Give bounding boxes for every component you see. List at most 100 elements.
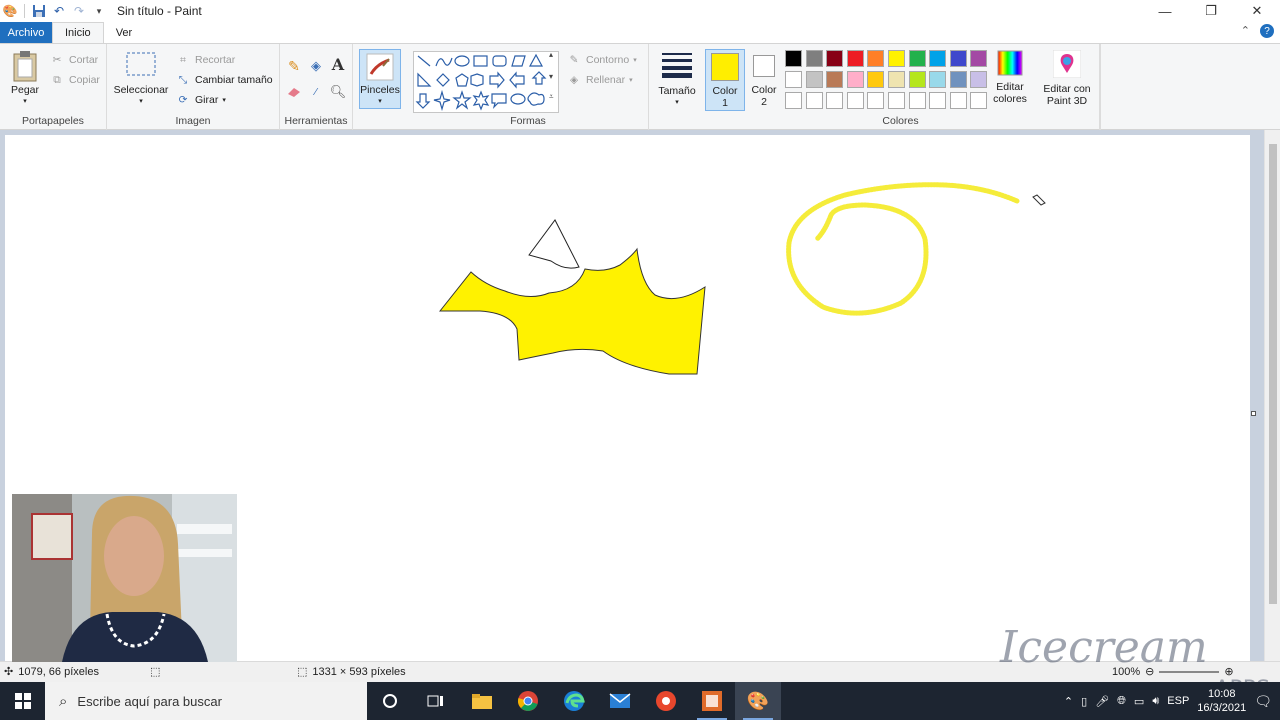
color-swatch[interactable]	[908, 71, 926, 88]
chrome-icon[interactable]	[505, 682, 551, 720]
battery-icon[interactable]: ▭	[1134, 695, 1144, 708]
minimize-icon[interactable]: —	[1142, 0, 1188, 22]
clock[interactable]: 10:08 16/3/2021	[1197, 687, 1246, 715]
edge-icon[interactable]	[551, 682, 597, 720]
zoom-slider[interactable]	[1159, 670, 1220, 673]
microphone-icon[interactable]: 🎤︎	[1095, 695, 1109, 708]
volume-icon[interactable]: 🔊︎	[1152, 695, 1159, 708]
network-icon[interactable]: 🌐︎	[1117, 695, 1126, 708]
color-swatch[interactable]	[785, 71, 802, 88]
color-swatch[interactable]	[867, 71, 885, 88]
undo-icon[interactable]: ↶	[51, 3, 67, 19]
phone-icon[interactable]: ▯	[1081, 695, 1087, 708]
taskbar: ⌕ Escribe aquí para buscar 🎨 ⌃ ▯ 🎤︎ 🌐︎ ▭…	[0, 682, 1280, 720]
tab-inicio[interactable]: Inicio	[52, 22, 104, 43]
redo-icon[interactable]: ↷	[71, 3, 87, 19]
copy-icon: ⧉	[53, 73, 61, 86]
copy-label: Copiar	[69, 74, 100, 86]
color-swatch[interactable]	[826, 71, 844, 88]
paint3d-button[interactable]: Editar con Paint 3D	[1038, 50, 1096, 107]
copy-button[interactable]: ⧉ Copiar	[49, 72, 100, 88]
group-tamano: Tamaño ▾	[649, 44, 702, 130]
powerpoint-icon[interactable]	[689, 682, 735, 720]
color-swatch[interactable]	[908, 50, 926, 67]
color-swatch[interactable]	[785, 92, 802, 109]
shapes-expand-icon[interactable]: ⩡	[549, 92, 554, 102]
paint-app-icon[interactable]: 🎨	[2, 3, 18, 19]
save-icon[interactable]	[31, 3, 47, 19]
resize-button[interactable]: ⤡ Cambiar tamaño	[175, 72, 273, 88]
crop-button[interactable]: ⌗ Recortar	[175, 52, 235, 68]
tab-ver[interactable]: Ver	[104, 22, 145, 43]
color-swatch[interactable]	[949, 92, 967, 109]
color-swatch[interactable]	[888, 92, 905, 109]
color-swatch[interactable]	[949, 71, 967, 88]
language-indicator[interactable]: ESP	[1167, 695, 1189, 707]
zoom-tool[interactable]: 🔍︎	[330, 84, 347, 100]
fill-bucket-icon: ◈	[569, 74, 579, 86]
vertical-scrollbar[interactable]	[1264, 130, 1280, 661]
pencil-tool[interactable]: ✎	[286, 58, 302, 74]
group-label: Imagen	[175, 115, 211, 127]
collapse-ribbon-icon[interactable]: ⌃	[1241, 24, 1250, 38]
cut-button[interactable]: ✂ Cortar	[49, 52, 99, 68]
help-icon[interactable]: ?	[1260, 24, 1274, 38]
screen-recorder-icon[interactable]	[643, 682, 689, 720]
restore-icon[interactable]: ❐	[1188, 0, 1234, 22]
color-swatch[interactable]	[846, 71, 864, 88]
color-swatch[interactable]	[929, 50, 947, 67]
color-swatch[interactable]	[970, 92, 988, 109]
color-swatch[interactable]	[826, 92, 844, 109]
file-explorer-icon[interactable]	[459, 682, 505, 720]
tab-archivo[interactable]: Archivo	[0, 22, 52, 43]
start-button[interactable]	[0, 682, 45, 720]
color-swatch[interactable]	[826, 50, 844, 67]
color-swatch[interactable]	[805, 92, 823, 109]
zoom-out-icon[interactable]: ⊖	[1145, 665, 1154, 678]
eraser-tool[interactable]	[286, 84, 302, 100]
select-button[interactable]: Seleccionar ▾	[113, 52, 169, 108]
paint-taskbar-icon[interactable]: 🎨	[735, 682, 781, 720]
color-swatch[interactable]	[805, 50, 823, 67]
task-view-icon[interactable]	[413, 682, 459, 720]
cut-label: Cortar	[69, 54, 99, 66]
color-swatch[interactable]	[970, 50, 988, 67]
qat-divider	[24, 4, 25, 18]
cortana-icon[interactable]	[367, 682, 413, 720]
text-tool[interactable]: A	[330, 55, 346, 74]
color-swatch[interactable]	[867, 50, 885, 67]
qat-dropdown-icon[interactable]: ▾	[91, 3, 107, 19]
canvas-resize-handle[interactable]	[1251, 411, 1256, 416]
color-swatch[interactable]	[949, 50, 967, 67]
edit-colors-button[interactable]: Editar colores	[991, 50, 1029, 105]
status-bar: ✣ 1079, 66 píxeles ⬚ ⬚ 1331 × 593 píxele…	[0, 661, 1280, 682]
color-swatch[interactable]	[846, 50, 864, 67]
color-swatch[interactable]	[908, 92, 926, 109]
color-swatch[interactable]	[888, 50, 905, 67]
close-icon[interactable]: ✕	[1234, 0, 1280, 22]
color-swatch[interactable]	[929, 92, 947, 109]
notifications-icon[interactable]: 🗨︎	[1254, 693, 1272, 710]
fill-button[interactable]: ◈ Rellenar ▾	[566, 72, 633, 88]
picker-tool[interactable]: ⁄	[308, 84, 324, 100]
color-swatch[interactable]	[867, 92, 885, 109]
color-swatch[interactable]	[805, 71, 823, 88]
taskbar-search[interactable]: ⌕ Escribe aquí para buscar	[45, 682, 367, 720]
color-swatch[interactable]	[970, 71, 988, 88]
zoom-in-icon[interactable]: ⊕	[1224, 665, 1233, 678]
rotate-button[interactable]: ⟳ Girar ▾	[175, 92, 226, 108]
shapes-scroll-down-icon[interactable]: ▾	[549, 72, 553, 81]
tray-chevron-icon[interactable]: ⌃	[1064, 695, 1073, 708]
fill-tool[interactable]: ◈	[308, 58, 324, 74]
brushes-button[interactable]: Pinceles ▾	[359, 49, 401, 109]
color-swatch[interactable]	[929, 71, 947, 88]
color-swatch[interactable]	[846, 92, 864, 109]
outline-button[interactable]: ✎ Contorno ▾	[566, 52, 637, 68]
mail-icon[interactable]	[597, 682, 643, 720]
shapes-scroll-up-icon[interactable]: ▴	[549, 50, 553, 59]
scroll-thumb[interactable]	[1269, 144, 1277, 604]
paste-button[interactable]: Pegar ▾	[8, 50, 42, 108]
size-button[interactable]: Tamaño ▾	[655, 52, 699, 109]
color-swatch[interactable]	[888, 71, 905, 88]
color-swatch[interactable]	[785, 50, 802, 67]
